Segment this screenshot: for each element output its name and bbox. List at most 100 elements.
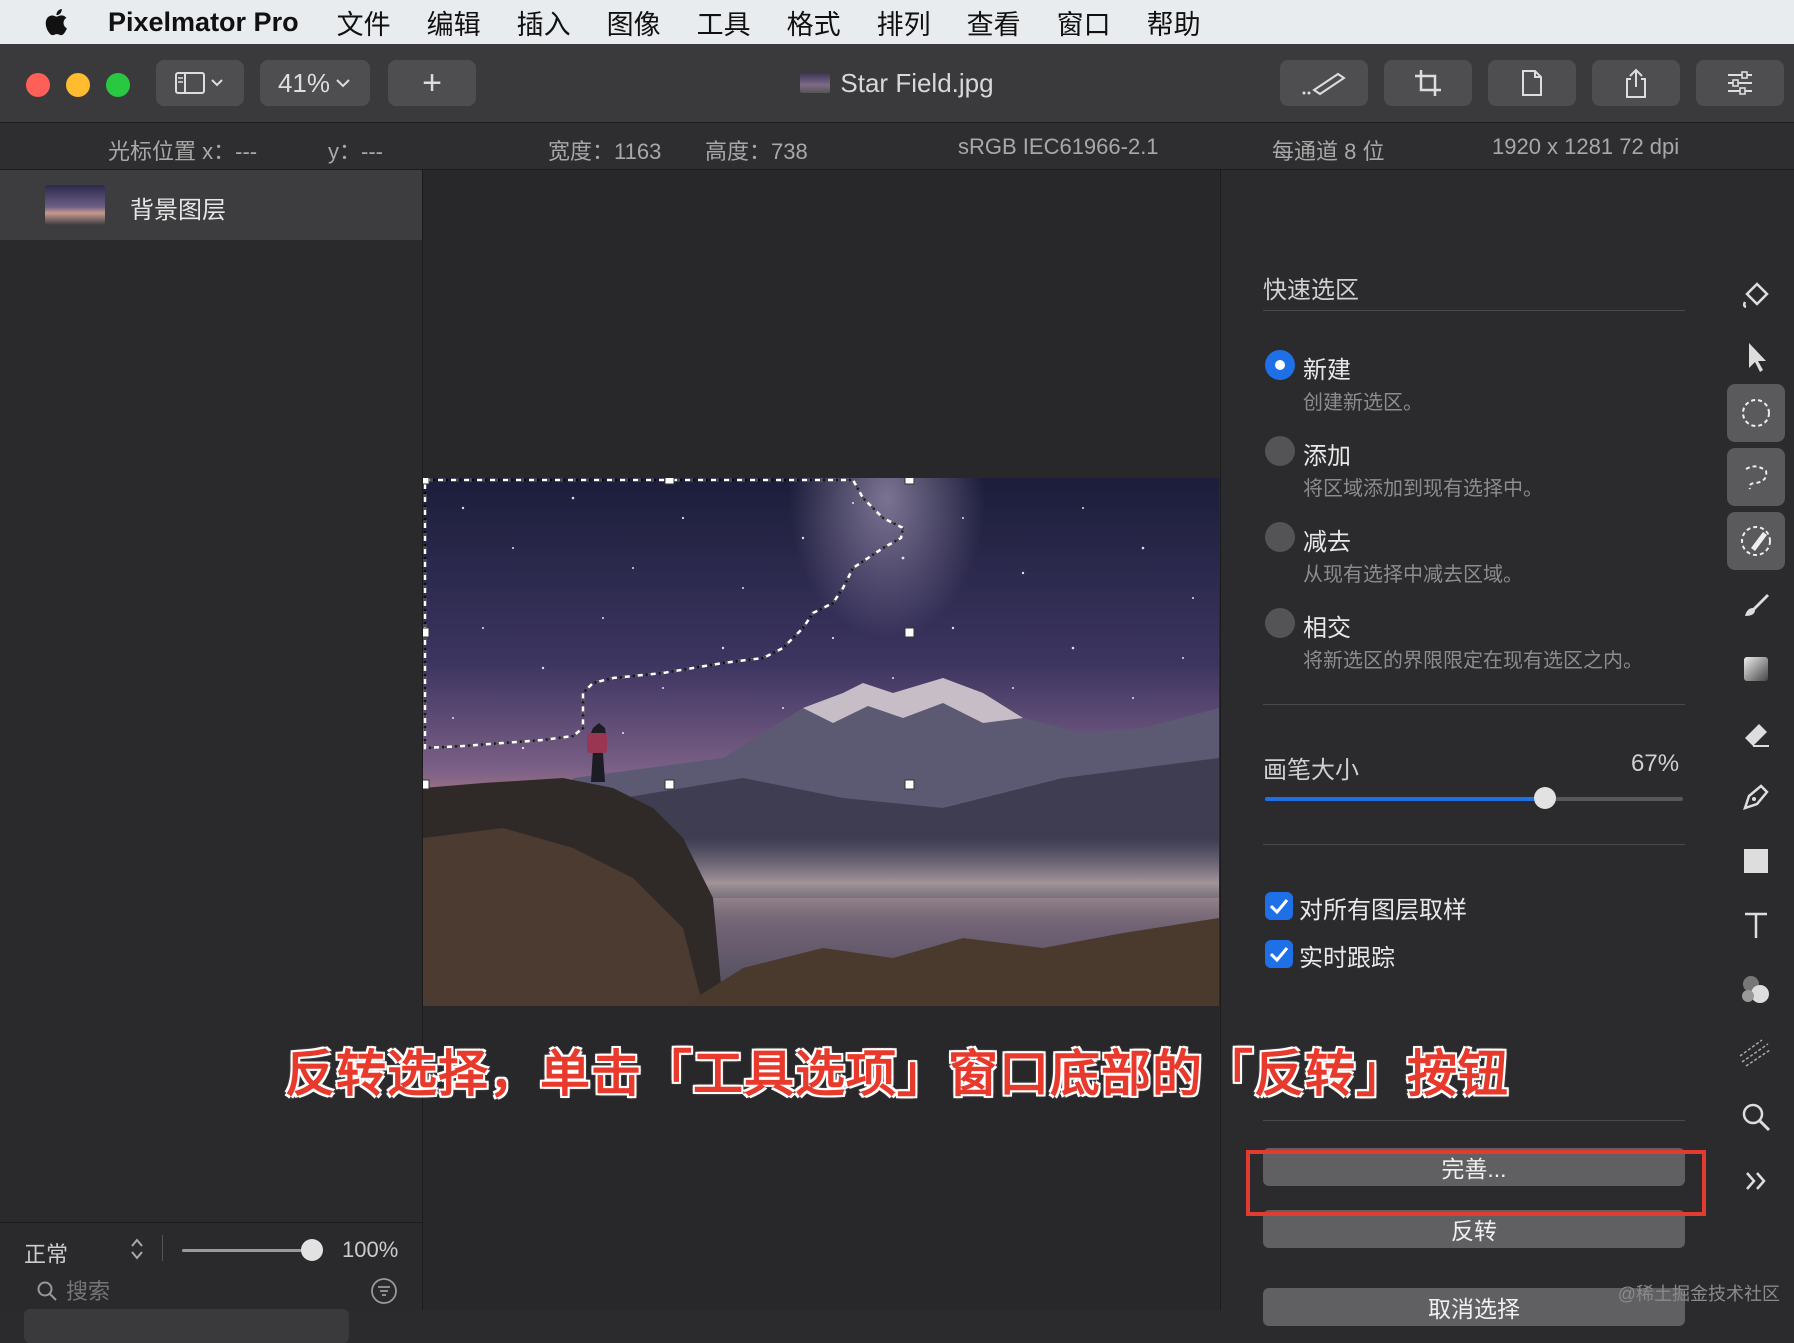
add-button[interactable]: +: [388, 60, 476, 106]
cursor-y-readout: y：---: [328, 139, 383, 164]
tutorial-caption: 反转选择，单击「工具选项」窗口底部的「反转」按钮: [285, 1046, 1509, 1102]
app-name-menu[interactable]: Pixelmator Pro: [108, 7, 299, 38]
gradient-icon: [1744, 657, 1768, 681]
zoom-window-button[interactable]: [106, 73, 130, 97]
share-icon: [1626, 68, 1646, 98]
menu-view[interactable]: 查看: [967, 3, 1021, 42]
paint-bucket-tool[interactable]: [1727, 264, 1785, 322]
layer-search-input[interactable]: [64, 1276, 338, 1308]
shape-tool[interactable]: [1727, 832, 1785, 890]
search-icon: [37, 1281, 57, 1301]
menu-window[interactable]: 窗口: [1057, 3, 1111, 42]
mode-intersect-radio[interactable]: [1265, 608, 1295, 638]
crop-icon: [1415, 70, 1441, 96]
title-divider: [1263, 310, 1685, 311]
menu-image[interactable]: 图像: [607, 3, 661, 42]
tool-options-title: 快速选区: [1263, 277, 1359, 304]
zoom-value: 41%: [277, 67, 331, 98]
canvas-area[interactable]: [423, 170, 1219, 1310]
filter-icon[interactable]: [370, 1277, 398, 1305]
paint-tool[interactable]: [1727, 576, 1785, 634]
layer-row[interactable]: 背景图层: [0, 170, 422, 240]
info-bar: 光标位置 x：--- y：--- 宽度：1163 高度：738 sRGB IEC…: [0, 123, 1794, 170]
mode-subtract-desc: 从现有选择中减去区域。: [1303, 564, 1523, 586]
apple-icon[interactable]: [40, 5, 74, 39]
mode-subtract-radio[interactable]: [1265, 522, 1295, 552]
live-tracing-checkbox[interactable]: [1265, 940, 1293, 968]
sidebar-toggle-button[interactable]: [156, 60, 244, 106]
bit-depth-readout: 每通道 8 位: [1272, 139, 1385, 164]
arrange-tool[interactable]: [1727, 328, 1785, 386]
updown-chevron-icon[interactable]: [130, 1237, 144, 1261]
marquee-tool[interactable]: [1727, 384, 1785, 442]
photo-image[interactable]: [423, 478, 1219, 1006]
quick-selection-tool[interactable]: [1727, 512, 1785, 570]
layer-name: 背景图层: [130, 197, 226, 224]
buttons-divider: [1263, 1120, 1685, 1121]
menu-insert[interactable]: 插入: [517, 3, 571, 42]
mode-new-radio[interactable]: [1265, 350, 1295, 380]
layer-search-field[interactable]: [24, 1309, 349, 1343]
opacity-slider-knob[interactable]: [301, 1239, 323, 1261]
color-profile-readout: sRGB IEC61966-2.1: [958, 134, 1159, 159]
opacity-slider[interactable]: [182, 1239, 323, 1261]
mode-intersect-desc: 将新选区的界限限定在现有选区之内。: [1303, 650, 1643, 672]
more-tools-button[interactable]: [1727, 1152, 1785, 1210]
brush-size-slider[interactable]: [1265, 787, 1683, 809]
retouch-icon: [1742, 976, 1769, 1003]
invert-button-highlight: [1246, 1150, 1706, 1216]
sample-all-layers-checkbox[interactable]: [1265, 892, 1293, 920]
watermark: @稀土掘金技术社区: [1617, 1284, 1780, 1304]
brush-size-slider-knob[interactable]: [1534, 787, 1557, 809]
adjustments-button[interactable]: [1696, 60, 1784, 106]
retouch-tool[interactable]: [1727, 960, 1785, 1018]
lasso-icon: [1745, 465, 1768, 490]
menu-arrange[interactable]: 排列: [877, 3, 931, 42]
document-icon: [1522, 70, 1542, 96]
sidebar-icon: [175, 72, 223, 94]
checkmark-icon: [1269, 899, 1289, 915]
pen-icon: [1743, 784, 1769, 810]
mode-new-label[interactable]: 新建: [1303, 350, 1351, 385]
menu-bar: Pixelmator Pro 文件 编辑 插入 图像 工具 格式 排列 查看 窗…: [0, 0, 1794, 44]
quick-fix-button[interactable]: [1280, 60, 1368, 106]
menu-file[interactable]: 文件: [337, 3, 391, 42]
shape-icon: [1744, 849, 1768, 873]
brush-size-value: 67%: [1631, 750, 1680, 777]
menu-edit[interactable]: 编辑: [427, 3, 481, 42]
mode-add-radio[interactable]: [1265, 436, 1295, 466]
paint-brush-icon: [1745, 594, 1769, 616]
eraser-tool[interactable]: [1727, 704, 1785, 762]
crop-button[interactable]: [1384, 60, 1472, 106]
gradient-tool[interactable]: [1727, 640, 1785, 698]
mode-subtract-label[interactable]: 减去: [1303, 522, 1351, 557]
live-tracing-label[interactable]: 实时跟踪: [1299, 938, 1395, 973]
share-button[interactable]: [1592, 60, 1680, 106]
toolbar: 41% + Star Field.jpg: [0, 44, 1794, 123]
menu-help[interactable]: 帮助: [1147, 3, 1201, 42]
close-window-button[interactable]: [26, 73, 50, 97]
opacity-divider: [162, 1235, 163, 1261]
checkmark-icon: [1269, 947, 1289, 963]
lasso-tool[interactable]: [1727, 448, 1785, 506]
image-height-readout: 高度：738: [705, 139, 808, 164]
opacity-slider-fill: [182, 1249, 312, 1252]
mode-add-label[interactable]: 添加: [1303, 436, 1351, 471]
minimize-window-button[interactable]: [66, 73, 90, 97]
mode-new-desc: 创建新选区。: [1303, 392, 1423, 414]
add-button-label: +: [422, 63, 442, 102]
sample-all-layers-label[interactable]: 对所有图层取样: [1299, 890, 1467, 925]
eraser-icon: [1745, 724, 1769, 747]
pen-tool[interactable]: [1727, 768, 1785, 826]
menu-format[interactable]: 格式: [787, 3, 841, 42]
blend-mode-label[interactable]: 正常: [24, 1237, 68, 1269]
menu-tools[interactable]: 工具: [697, 3, 751, 42]
document-title-text: Star Field.jpg: [840, 67, 994, 98]
format-button[interactable]: [1488, 60, 1576, 106]
zoom-level-dropdown[interactable]: 41%: [260, 60, 370, 106]
selection-marquee-icon: [1742, 399, 1770, 427]
type-tool[interactable]: [1727, 896, 1785, 954]
mode-intersect-label[interactable]: 相交: [1303, 608, 1351, 643]
app-window: 41% + Star Field.jpg 光标位置 x：--- y：--- 宽度…: [0, 44, 1794, 1343]
tool-options-panel: 快速选区 新建 创建新选区。 添加 将区域添加到现有选择中。 减去 从现有选择中…: [1220, 170, 1721, 1326]
